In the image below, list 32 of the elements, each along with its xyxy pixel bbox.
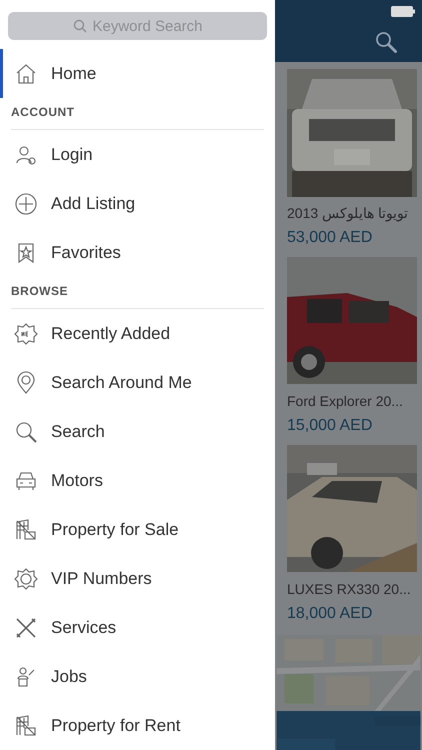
listing-price: 15,000 AED — [287, 416, 374, 436]
menu-item[interactable]: Services — [0, 603, 275, 652]
menu-item[interactable]: Search Around Me — [0, 358, 275, 407]
search-field[interactable]: Keyword Search — [8, 12, 267, 40]
listing-title: LUXES RX330 20... — [287, 580, 411, 599]
search-icon — [73, 19, 87, 33]
listing-price: 18,000 AED — [287, 604, 374, 624]
section-header: BROWSE — [11, 283, 68, 300]
menu-item[interactable]: Property for Rent — [0, 701, 275, 750]
menu-item[interactable]: Recently Added — [0, 309, 275, 358]
menu-item[interactable]: Property for Sale — [0, 505, 275, 554]
new-badge-icon — [14, 322, 38, 346]
menu-item[interactable]: Favorites — [0, 228, 275, 277]
listing-price: 53,000 AED — [287, 228, 374, 248]
building-icon — [14, 518, 38, 542]
menu-item[interactable]: Add Listing — [0, 179, 275, 228]
listing-title: تويوتا هايلوكس 2013 — [287, 204, 408, 224]
menu-item[interactable]: Login — [0, 130, 275, 179]
battery-icon — [391, 6, 415, 17]
magnifier-icon — [14, 420, 38, 444]
building-icon — [14, 714, 38, 738]
menu-item[interactable]: Search — [0, 407, 275, 456]
vip-badge-icon — [14, 566, 38, 590]
menu-item[interactable]: Jobs — [0, 652, 275, 701]
menu-item[interactable]: Motors — [0, 456, 275, 505]
search-icon[interactable] — [375, 31, 397, 53]
plus-circle-icon — [14, 192, 38, 216]
listing-title: Ford Explorer 20... — [287, 392, 403, 411]
menu-item[interactable]: VIP Numbers — [0, 554, 275, 603]
tools-icon — [14, 616, 38, 640]
section-header: ACCOUNT — [11, 104, 74, 121]
house-icon — [14, 62, 38, 86]
